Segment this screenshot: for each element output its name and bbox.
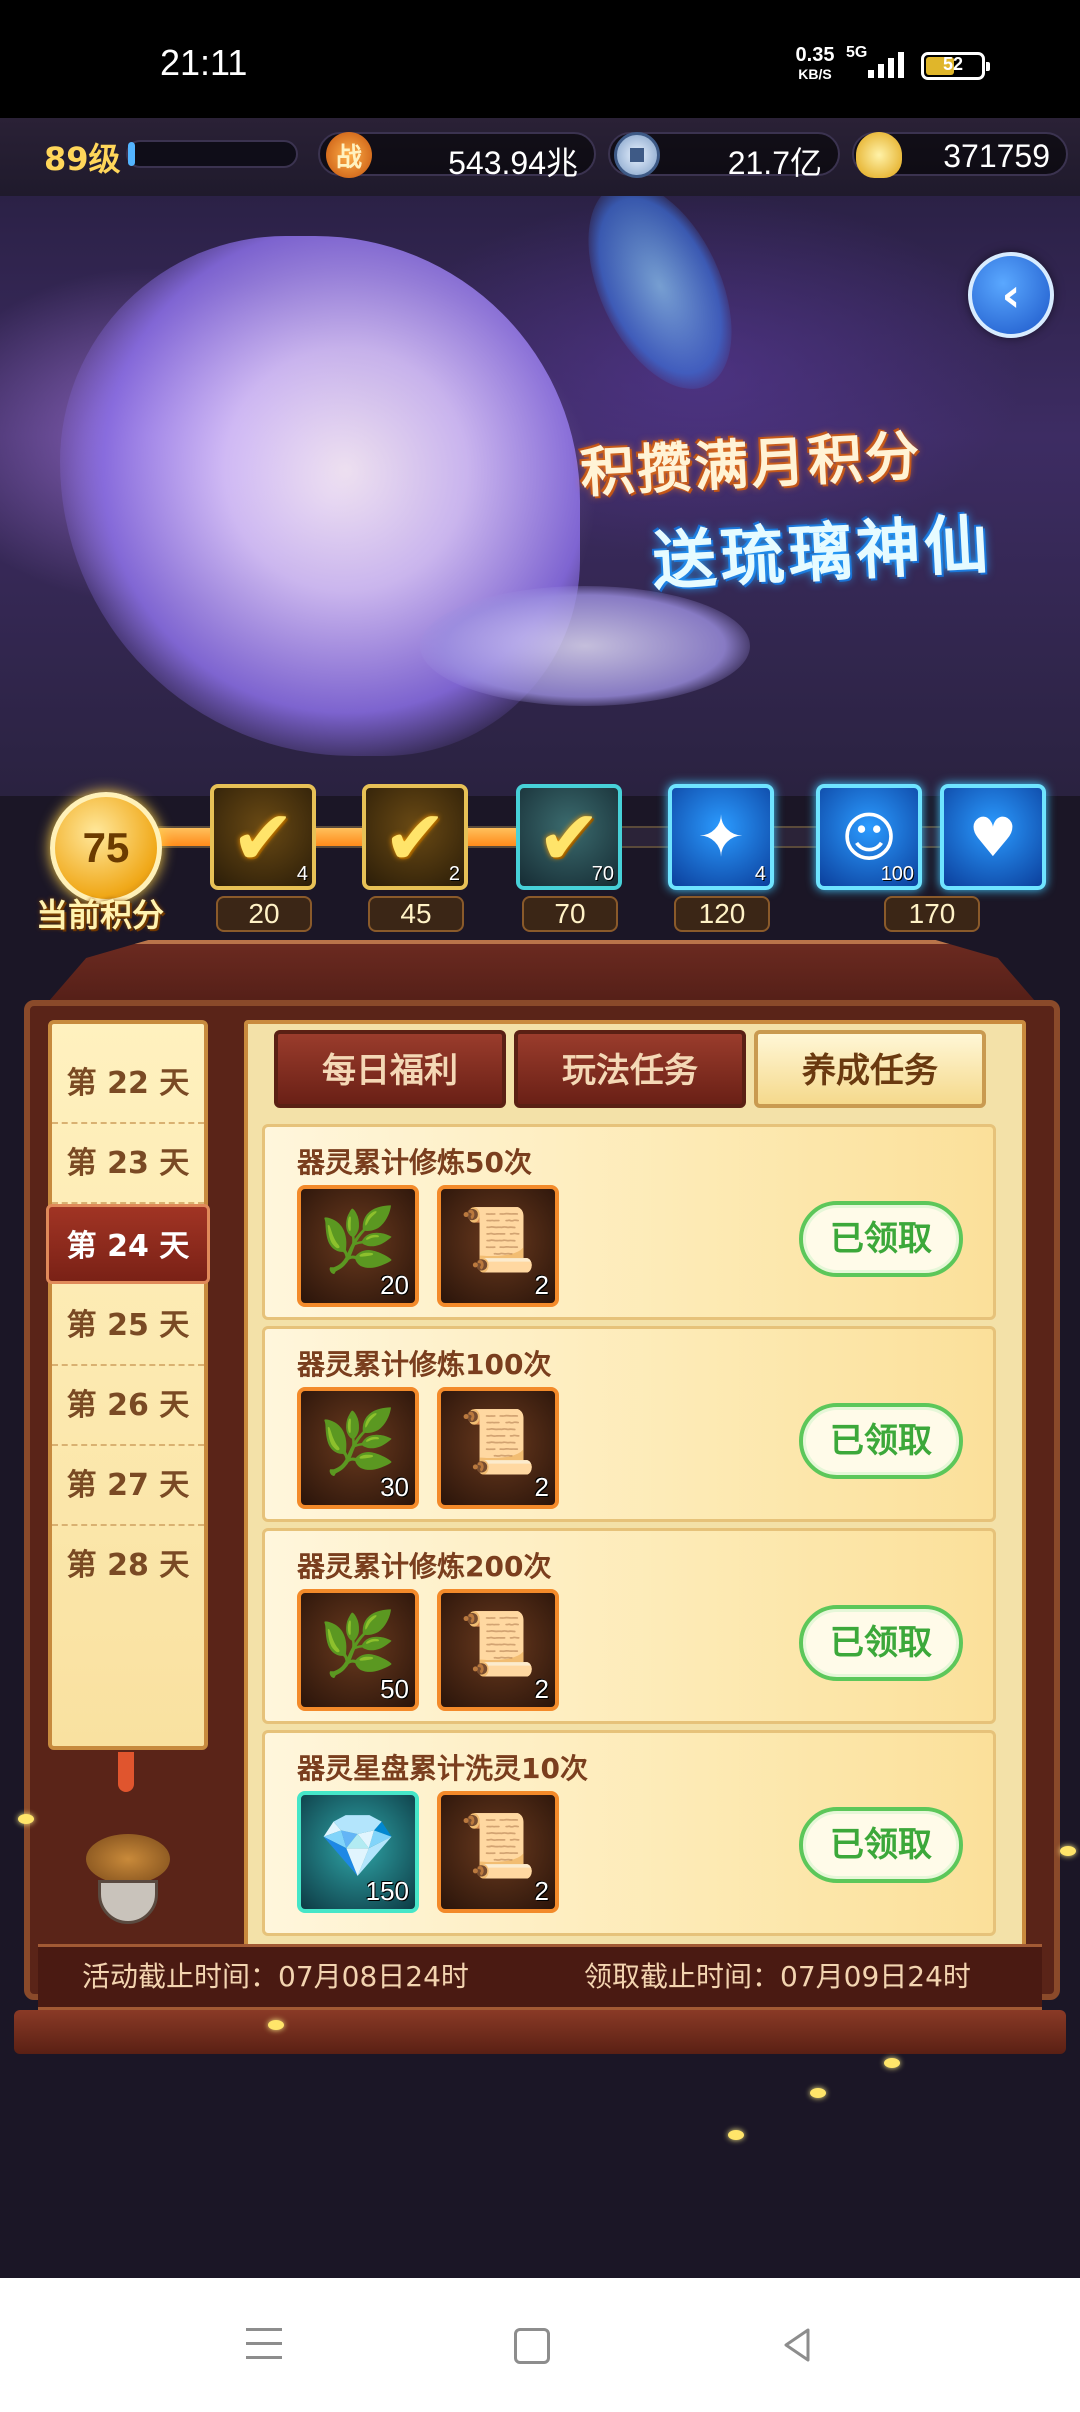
- silver-amount: 21.7亿: [727, 145, 822, 181]
- day-list: 第 22 天 第 23 天 第 24 天 第 25 天 第 26 天 第 27 …: [46, 1020, 210, 1750]
- treasure-chest-icon: ✦: [697, 804, 745, 870]
- day-item[interactable]: 第 22 天: [52, 1044, 204, 1124]
- claimed-button[interactable]: 已领取: [799, 1807, 963, 1883]
- task-row: 器灵累计修炼200次 🌿 50 📜 2 已领取: [262, 1528, 996, 1724]
- resource-bar: 89级 战 543.94兆 21.7亿 371759: [0, 118, 1080, 196]
- milestone-points: 120: [674, 896, 770, 932]
- battle-power: 543.94兆: [448, 145, 578, 181]
- claimed-button[interactable]: 已领取: [799, 1605, 963, 1681]
- reward-item[interactable]: 🌿 20: [297, 1185, 419, 1307]
- reward-item[interactable]: 🌿 50: [297, 1589, 419, 1711]
- back-icon[interactable]: [774, 2322, 820, 2368]
- milestone-points: 45: [368, 896, 464, 932]
- scroll-icon: 📜: [459, 1809, 537, 1882]
- milestone-reward-120[interactable]: ✦ 4: [668, 784, 774, 890]
- gold-ingot-icon: [856, 132, 902, 178]
- claimed-button[interactable]: 已领取: [799, 1201, 963, 1277]
- petal-decoration: [18, 1814, 34, 1824]
- clock: 21:11: [160, 42, 248, 83]
- milestone-reward-hero[interactable]: ☺ 100: [816, 784, 922, 890]
- milestone-points: 20: [216, 896, 312, 932]
- bonsai-icon: [80, 1830, 176, 1930]
- day-item-active[interactable]: 第 24 天: [46, 1204, 210, 1284]
- battle-power-pill: 战 543.94兆: [318, 132, 596, 181]
- milestone-points: 170: [884, 896, 980, 932]
- claimed-button[interactable]: 已领取: [799, 1403, 963, 1479]
- milestone-reward-70[interactable]: ✔ 70: [516, 784, 622, 890]
- herb-icon: 🌿: [319, 1607, 397, 1680]
- reward-item[interactable]: 📜 2: [437, 1791, 559, 1913]
- reward-item[interactable]: 📜 2: [437, 1589, 559, 1711]
- gold-amount: 371759: [943, 138, 1050, 174]
- status-bar: 21:11 0.35 KB/S 5G 52: [0, 0, 1080, 118]
- milestone-reward-45[interactable]: ✔ 2: [362, 784, 468, 890]
- back-arrow-icon: ‹: [1001, 268, 1021, 322]
- scroll-icon: 📜: [459, 1203, 537, 1276]
- reward-item[interactable]: 🌿 30: [297, 1387, 419, 1509]
- day-item[interactable]: 第 26 天: [52, 1366, 204, 1446]
- task-title: 器灵累计修炼100次: [297, 1348, 552, 1381]
- deadline-bar: 活动截止时间：07月08日24时 领取截止时间：07月09日24时: [38, 1944, 1042, 2010]
- herb-icon: 🌿: [319, 1203, 397, 1276]
- tab-gameplay[interactable]: 玩法任务: [514, 1030, 746, 1108]
- milestone-reward-170[interactable]: ♥: [940, 784, 1046, 890]
- panel-base: [14, 2010, 1066, 2054]
- check-icon: ✔: [383, 792, 447, 882]
- battery-icon: 52: [921, 52, 990, 80]
- signal-type: 5G: [846, 44, 868, 61]
- signal-bars-icon: [868, 52, 904, 78]
- task-title: 器灵累计修炼200次: [297, 1550, 552, 1583]
- scroll-icon: 📜: [459, 1405, 537, 1478]
- claim-deadline: 领取截止时间：07月09日24时: [584, 1960, 971, 1993]
- current-points-label: 当前积分: [36, 896, 165, 934]
- battle-icon: 战: [326, 132, 372, 178]
- back-button[interactable]: ‹: [968, 252, 1054, 338]
- tassel-icon: [118, 1752, 134, 1792]
- fish-art: [420, 586, 750, 706]
- task-title: 器灵累计修炼50次: [297, 1146, 532, 1179]
- task-row: 器灵星盘累计洗灵10次 💎 150 📜 2 已领取: [262, 1730, 996, 1936]
- silver-pill: 21.7亿: [608, 132, 840, 181]
- reward-item[interactable]: 📜 2: [437, 1185, 559, 1307]
- tab-daily[interactable]: 每日福利: [274, 1030, 506, 1108]
- petal-decoration: [728, 2130, 744, 2140]
- reward-item[interactable]: 📜 2: [437, 1387, 559, 1509]
- current-points: 75: [50, 792, 162, 904]
- milestone-points: 70: [522, 896, 618, 932]
- activity-deadline: 活动截止时间：07月08日24时: [82, 1960, 469, 1993]
- petal-decoration: [1060, 1846, 1076, 1856]
- day-item[interactable]: 第 23 天: [52, 1124, 204, 1204]
- ribbon-art: [559, 196, 761, 412]
- day-item[interactable]: 第 25 天: [52, 1286, 204, 1366]
- exp-bar: [126, 140, 298, 168]
- day-item[interactable]: 第 27 天: [52, 1446, 204, 1526]
- day-item[interactable]: 第 28 天: [52, 1526, 204, 1606]
- silver-coin-icon: [614, 132, 660, 178]
- menu-icon[interactable]: [240, 2322, 286, 2368]
- petal-decoration: [810, 2088, 826, 2098]
- player-level: 89级: [44, 140, 121, 178]
- net-speed: 0.35 KB/S: [795, 44, 835, 82]
- tab-growth[interactable]: 养成任务: [754, 1030, 986, 1108]
- hero-avatar-icon: ☺: [840, 805, 898, 869]
- petal-decoration: [884, 2058, 900, 2068]
- gold-pill: 371759: [852, 132, 1068, 178]
- reward-item[interactable]: 💎 150: [297, 1791, 419, 1913]
- scroll-icon: 📜: [459, 1607, 537, 1680]
- task-row: 器灵累计修炼50次 🌿 20 📜 2 已领取: [262, 1124, 996, 1320]
- check-icon: ✔: [231, 792, 295, 882]
- banner-slogan-2: 送琉璃神仙: [650, 507, 995, 600]
- crystal-icon: 💎: [319, 1809, 397, 1882]
- task-row: 器灵累计修炼100次 🌿 30 📜 2 已领取: [262, 1326, 996, 1522]
- pillow-icon: ♥: [968, 805, 1018, 869]
- petal-decoration: [268, 2020, 284, 2030]
- task-title: 器灵星盘累计洗灵10次: [297, 1752, 588, 1785]
- herb-icon: 🌿: [319, 1405, 397, 1478]
- system-nav-bar: [0, 2278, 1080, 2412]
- milestone-reward-20[interactable]: ✔ 4: [210, 784, 316, 890]
- home-icon[interactable]: [514, 2328, 550, 2364]
